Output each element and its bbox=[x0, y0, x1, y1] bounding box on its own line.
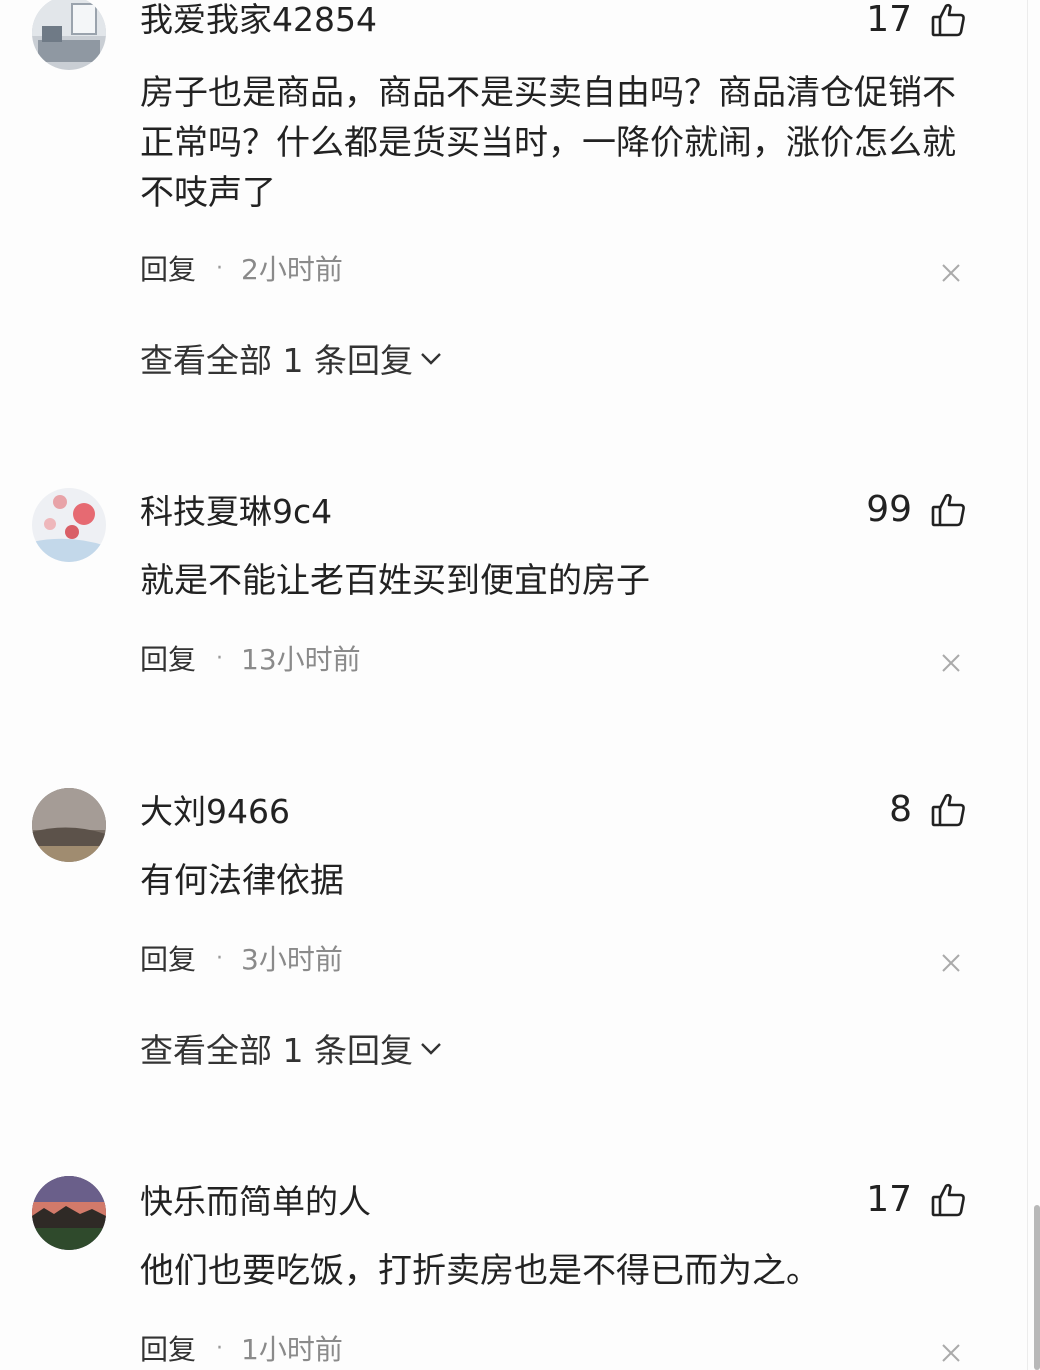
comment-text: 房子也是商品，商品不是买卖自由吗？商品清仓促销不正常吗？什么都是货买当时，一降价… bbox=[140, 73, 956, 213]
like-count: 8 bbox=[889, 789, 912, 830]
separator-dot: · bbox=[216, 1335, 224, 1361]
view-replies-button[interactable]: 查看全部 1 条回复 bbox=[140, 1026, 443, 1070]
reply-button[interactable]: 回复 bbox=[140, 938, 196, 978]
reply-button[interactable]: 回复 bbox=[140, 248, 196, 288]
username[interactable]: 快乐而简单的人 bbox=[140, 1182, 371, 1222]
timestamp: 1小时前 bbox=[241, 1333, 343, 1366]
username[interactable]: 大刘9466 bbox=[140, 792, 290, 832]
avatar[interactable] bbox=[32, 0, 106, 70]
comment-item: 我爱我家42854 17 房子也是商品，商品不是买卖自由吗？商品清仓促销不正常吗… bbox=[0, 0, 1040, 400]
chevron-down-icon bbox=[413, 1036, 443, 1060]
thumbs-up-icon[interactable] bbox=[930, 492, 966, 528]
comment-item: 快乐而简单的人 17 他们也要吃饭，打折卖房也是不得已而为之。 回复 · 1小时… bbox=[0, 1176, 1040, 1370]
comment-meta: 回复 · 1小时前 bbox=[140, 1330, 343, 1366]
timestamp: 2小时前 bbox=[241, 253, 343, 286]
comment-item: 大刘9466 8 有何法律依据 回复 · 3小时前 查看全部 1 条回复 bbox=[0, 786, 1040, 1086]
comment-text: 有何法律依据 bbox=[140, 861, 344, 901]
close-icon[interactable] bbox=[940, 952, 962, 974]
like-count: 17 bbox=[866, 0, 912, 40]
separator-dot: · bbox=[216, 645, 224, 671]
close-icon[interactable] bbox=[940, 262, 962, 284]
like-button[interactable]: 17 bbox=[866, 0, 966, 40]
like-button[interactable]: 99 bbox=[866, 490, 966, 530]
timestamp: 13小时前 bbox=[241, 643, 361, 676]
comment-text: 就是不能让老百姓买到便宜的房子 bbox=[140, 561, 650, 601]
comment-meta: 回复 · 13小时前 bbox=[140, 640, 361, 676]
comment-meta: 回复 · 2小时前 bbox=[140, 250, 343, 286]
separator-dot: · bbox=[216, 945, 224, 971]
comment-meta: 回复 · 3小时前 bbox=[140, 940, 343, 976]
thumbs-up-icon[interactable] bbox=[930, 792, 966, 828]
reply-button[interactable]: 回复 bbox=[140, 1328, 196, 1368]
view-replies-label: 查看全部 1 条回复 bbox=[140, 341, 413, 380]
like-count: 99 bbox=[866, 489, 912, 530]
username[interactable]: 我爱我家42854 bbox=[140, 0, 377, 40]
close-icon[interactable] bbox=[940, 652, 962, 674]
like-count: 17 bbox=[866, 1179, 912, 1220]
chevron-down-icon bbox=[413, 346, 443, 370]
timestamp: 3小时前 bbox=[241, 943, 343, 976]
thumbs-up-icon[interactable] bbox=[930, 2, 966, 38]
separator-dot: · bbox=[216, 255, 224, 281]
page-divider bbox=[1027, 0, 1028, 1370]
view-replies-label: 查看全部 1 条回复 bbox=[140, 1031, 413, 1070]
like-button[interactable]: 17 bbox=[866, 1180, 966, 1220]
username[interactable]: 科技夏琳9c4 bbox=[140, 492, 332, 532]
reply-button[interactable]: 回复 bbox=[140, 638, 196, 678]
avatar[interactable] bbox=[32, 488, 106, 562]
scrollbar[interactable] bbox=[1034, 1205, 1040, 1370]
thumbs-up-icon[interactable] bbox=[930, 1182, 966, 1218]
like-button[interactable]: 8 bbox=[889, 790, 966, 830]
avatar[interactable] bbox=[32, 788, 106, 862]
comment-text: 他们也要吃饭，打折卖房也是不得已而为之。 bbox=[140, 1251, 820, 1291]
comment-item: 科技夏琳9c4 99 就是不能让老百姓买到便宜的房子 回复 · 13小时前 bbox=[0, 486, 1040, 686]
close-icon[interactable] bbox=[940, 1342, 962, 1364]
view-replies-button[interactable]: 查看全部 1 条回复 bbox=[140, 336, 443, 380]
avatar[interactable] bbox=[32, 1176, 106, 1250]
